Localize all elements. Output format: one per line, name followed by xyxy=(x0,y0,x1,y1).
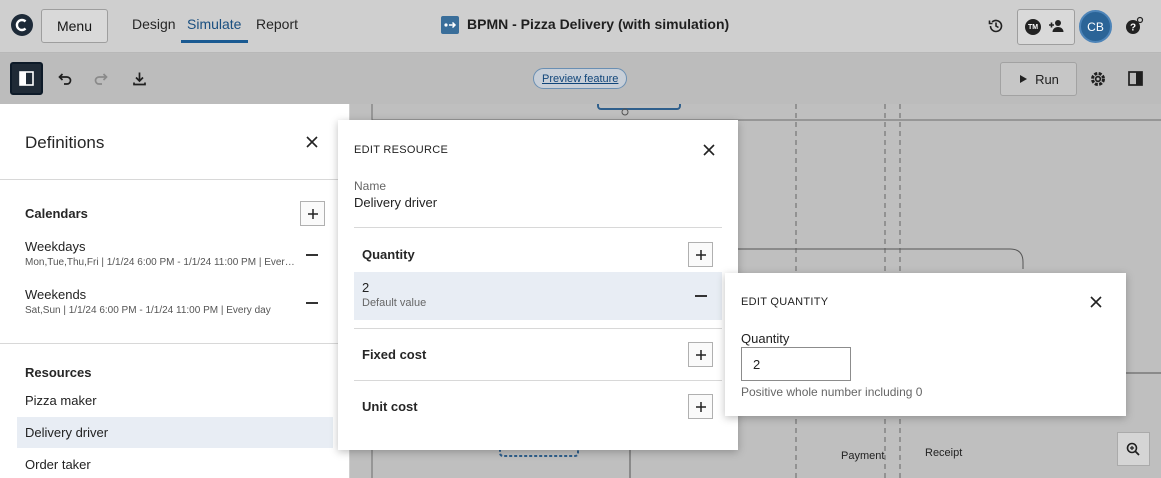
resources-title: Resources xyxy=(25,365,92,380)
tab-simulate[interactable]: Simulate xyxy=(187,16,241,32)
download-icon[interactable] xyxy=(131,70,148,87)
close-definitions-icon[interactable] xyxy=(304,134,320,150)
redo-icon[interactable] xyxy=(93,70,110,87)
edit-quantity-title: EDIT QUANTITY xyxy=(741,296,829,308)
calendar-name[interactable]: Weekends xyxy=(25,287,86,302)
undo-icon[interactable] xyxy=(56,70,73,87)
add-unit-cost-button[interactable] xyxy=(688,394,713,419)
user-avatar[interactable]: CB xyxy=(1079,10,1112,43)
close-edit-resource-icon[interactable] xyxy=(702,143,716,157)
definitions-title: Definitions xyxy=(25,133,105,152)
quantity-section-title: Quantity xyxy=(362,247,415,262)
resource-item-pizza-maker[interactable]: Pizza maker xyxy=(17,385,333,416)
canvas-label-receipt: Receipt xyxy=(925,447,963,459)
edit-resource-title: EDIT RESOURCE xyxy=(354,144,449,156)
active-tab-indicator xyxy=(181,40,248,43)
calendar-name[interactable]: Weekdays xyxy=(25,239,85,254)
svg-text:?: ? xyxy=(1130,23,1136,34)
definitions-panel-toggle[interactable] xyxy=(10,62,43,95)
remove-quantity-icon[interactable] xyxy=(695,295,707,297)
quantity-input[interactable] xyxy=(741,347,851,381)
resource-name-label: Name xyxy=(354,179,387,193)
quantity-default-row[interactable] xyxy=(354,272,722,320)
close-edit-quantity-icon[interactable] xyxy=(1089,295,1103,309)
document-title: BPMN - Pizza Delivery (with simulation) xyxy=(467,16,730,32)
divider xyxy=(354,380,722,381)
zoom-in-icon xyxy=(1126,442,1140,456)
plus-icon xyxy=(695,401,706,412)
preview-feature-link[interactable]: Preview feature xyxy=(533,68,628,89)
play-icon xyxy=(1020,75,1028,83)
calendar-detail: Mon,Tue,Thu,Fri | 1/1/24 6:00 PM - 1/1/2… xyxy=(25,257,297,268)
fixed-cost-section-title: Fixed cost xyxy=(362,347,427,362)
plus-icon xyxy=(695,349,706,360)
unit-cost-section-title: Unit cost xyxy=(362,399,418,414)
resource-name-value: Delivery driver xyxy=(354,195,438,210)
add-quantity-button[interactable] xyxy=(688,242,713,267)
tab-report[interactable]: Report xyxy=(256,16,298,32)
plus-icon xyxy=(695,249,706,260)
quantity-helper-text: Positive whole number including 0 xyxy=(741,385,923,399)
calendars-title: Calendars xyxy=(25,206,88,221)
gear-icon[interactable] xyxy=(1089,70,1107,88)
add-fixed-cost-button[interactable] xyxy=(688,342,713,367)
menu-button[interactable]: Menu xyxy=(41,9,108,43)
remove-calendar-icon[interactable] xyxy=(306,254,318,256)
divider xyxy=(354,227,722,228)
quantity-default-value: 2 xyxy=(362,280,370,295)
quantity-field-label: Quantity xyxy=(741,331,790,346)
properties-panel-icon[interactable] xyxy=(1127,70,1144,87)
resource-item-order-taker[interactable]: Order taker xyxy=(17,449,333,478)
app-logo-icon[interactable] xyxy=(10,13,34,37)
history-icon[interactable] xyxy=(987,17,1005,35)
help-icon[interactable]: ? xyxy=(1124,16,1144,36)
divider xyxy=(0,179,350,180)
remove-calendar-icon[interactable] xyxy=(306,302,318,304)
plus-icon xyxy=(307,208,318,219)
resource-item-delivery-driver[interactable]: Delivery driver xyxy=(17,417,333,448)
quantity-default-caption: Default value xyxy=(362,297,427,309)
tab-design[interactable]: Design xyxy=(132,16,176,32)
zoom-in-button[interactable] xyxy=(1117,432,1150,466)
collaborator-avatar[interactable]: TM xyxy=(1025,19,1041,35)
bpmn-file-icon xyxy=(441,16,459,34)
divider xyxy=(0,343,350,344)
canvas-label-payment: Payment xyxy=(841,450,885,462)
calendar-detail: Sat,Sun | 1/1/24 6:00 PM - 1/1/24 11:00 … xyxy=(25,305,271,316)
add-calendar-button[interactable] xyxy=(300,201,325,226)
run-button-label: Run xyxy=(1035,71,1059,87)
add-user-icon[interactable] xyxy=(1048,17,1066,35)
divider xyxy=(354,328,722,329)
run-button[interactable]: Run xyxy=(1000,62,1077,96)
